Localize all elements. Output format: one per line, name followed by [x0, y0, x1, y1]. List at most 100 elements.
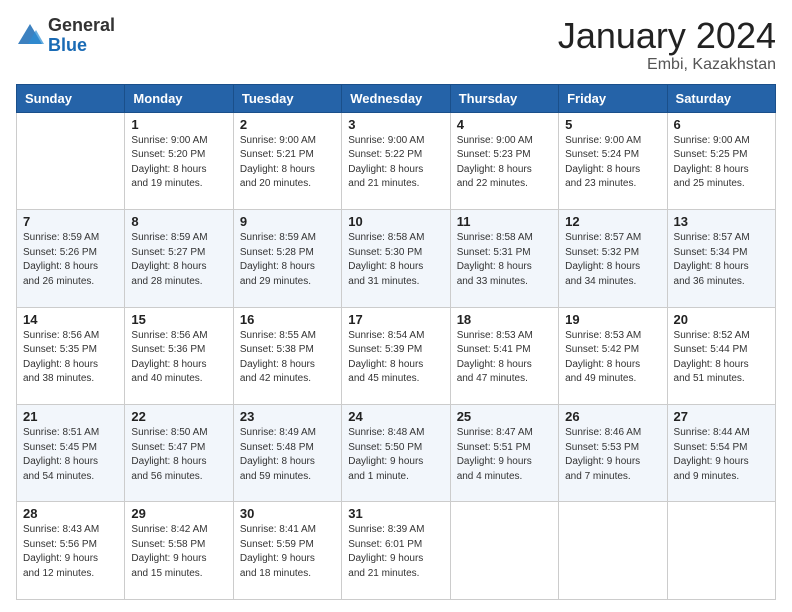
calendar-cell: 24Sunrise: 8:48 AMSunset: 5:50 PMDayligh…: [342, 405, 450, 502]
calendar-cell: 25Sunrise: 8:47 AMSunset: 5:51 PMDayligh…: [450, 405, 558, 502]
calendar-cell: [667, 502, 775, 600]
day-number: 14: [23, 312, 118, 327]
day-info: Sunrise: 8:42 AMSunset: 5:58 PMDaylight:…: [131, 523, 226, 581]
calendar-cell: 17Sunrise: 8:54 AMSunset: 5:39 PMDayligh…: [342, 307, 450, 404]
calendar-header-monday: Monday: [125, 84, 233, 112]
day-info: Sunrise: 8:57 AMSunset: 5:34 PMDaylight:…: [674, 231, 769, 289]
calendar-cell: 29 Sunrise: 8:42 AMSunset: 5:58 PMDayligh…: [125, 502, 233, 600]
day-info: Sunrise: 8:53 AMSunset: 5:41 PMDaylight:…: [457, 329, 552, 387]
day-info: Sunrise: 8:39 AMSunset: 6:01 PMDaylight:…: [348, 523, 443, 581]
calendar-cell: 9 Sunrise: 8:59 AMSunset: 5:28 PMDaylight…: [233, 210, 341, 307]
day-number: 22: [131, 409, 226, 424]
calendar-cell: 1 Sunrise: 9:00 AMSunset: 5:20 PMDaylight…: [125, 112, 233, 209]
calendar-cell: 31 Sunrise: 8:39 AMSunset: 6:01 PMDayligh…: [342, 502, 450, 600]
day-number: 27: [674, 409, 769, 424]
calendar-table: SundayMondayTuesdayWednesdayThursdayFrid…: [16, 84, 776, 600]
calendar-cell: 4 Sunrise: 9:00 AMSunset: 5:23 PMDaylight…: [450, 112, 558, 209]
calendar-cell: 2Sunrise: 9:00 AMSunset: 5:21 PMDaylight…: [233, 112, 341, 209]
day-info: Sunrise: 9:00 AMSunset: 5:24 PMDaylight:…: [565, 134, 660, 192]
calendar-cell: 27 Sunrise: 8:44 AMSunset: 5:54 PMDayligh…: [667, 405, 775, 502]
header: General Blue January 2024 Embi, Kazakhst…: [16, 16, 776, 74]
calendar-cell: 12 Sunrise: 8:57 AMSunset: 5:32 PMDayligh…: [559, 210, 667, 307]
calendar-week-row: 14 Sunrise: 8:56 AMSunset: 5:35 PMDayligh…: [17, 307, 776, 404]
calendar-week-row: 28Sunrise: 8:43 AMSunset: 5:56 PMDayligh…: [17, 502, 776, 600]
calendar-header-friday: Friday: [559, 84, 667, 112]
day-info: Sunrise: 8:56 AMSunset: 5:36 PMDaylight:…: [131, 329, 226, 387]
calendar-cell: 21 Sunrise: 8:51 AMSunset: 5:45 PMDayligh…: [17, 405, 125, 502]
logo-blue-label: Blue: [48, 36, 115, 56]
day-number: 31: [348, 506, 443, 521]
calendar-cell: 18Sunrise: 8:53 AMSunset: 5:41 PMDayligh…: [450, 307, 558, 404]
day-number: 9: [240, 214, 335, 229]
day-info: Sunrise: 8:57 AMSunset: 5:32 PMDaylight:…: [565, 231, 660, 289]
day-number: 25: [457, 409, 552, 424]
day-info: Sunrise: 8:41 AMSunset: 5:59 PMDaylight:…: [240, 523, 335, 581]
title-block: January 2024 Embi, Kazakhstan: [558, 16, 776, 74]
day-number: 6: [674, 117, 769, 132]
calendar-cell: 8 Sunrise: 8:59 AMSunset: 5:27 PMDaylight…: [125, 210, 233, 307]
day-info: Sunrise: 8:59 AMSunset: 5:26 PMDaylight:…: [23, 231, 118, 289]
calendar-week-row: 1 Sunrise: 9:00 AMSunset: 5:20 PMDaylight…: [17, 112, 776, 209]
day-number: 29: [131, 506, 226, 521]
day-info: Sunrise: 8:48 AMSunset: 5:50 PMDaylight:…: [348, 426, 443, 484]
day-number: 7: [23, 214, 118, 229]
calendar-cell: [559, 502, 667, 600]
day-info: Sunrise: 8:51 AMSunset: 5:45 PMDaylight:…: [23, 426, 118, 484]
day-info: Sunrise: 8:53 AMSunset: 5:42 PMDaylight:…: [565, 329, 660, 387]
day-info: Sunrise: 8:50 AMSunset: 5:47 PMDaylight:…: [131, 426, 226, 484]
day-info: Sunrise: 9:00 AMSunset: 5:23 PMDaylight:…: [457, 134, 552, 192]
calendar-header-saturday: Saturday: [667, 84, 775, 112]
day-number: 5: [565, 117, 660, 132]
day-number: 21: [23, 409, 118, 424]
day-number: 1: [131, 117, 226, 132]
calendar-cell: 5 Sunrise: 9:00 AMSunset: 5:24 PMDaylight…: [559, 112, 667, 209]
day-number: 10: [348, 214, 443, 229]
day-number: 19: [565, 312, 660, 327]
day-info: Sunrise: 8:56 AMSunset: 5:35 PMDaylight:…: [23, 329, 118, 387]
calendar-header-thursday: Thursday: [450, 84, 558, 112]
day-info: Sunrise: 9:00 AMSunset: 5:21 PMDaylight:…: [240, 134, 335, 192]
calendar-cell: 30 Sunrise: 8:41 AMSunset: 5:59 PMDayligh…: [233, 502, 341, 600]
day-number: 4: [457, 117, 552, 132]
day-number: 20: [674, 312, 769, 327]
calendar-cell: 15 Sunrise: 8:56 AMSunset: 5:36 PMDayligh…: [125, 307, 233, 404]
day-info: Sunrise: 8:59 AMSunset: 5:28 PMDaylight:…: [240, 231, 335, 289]
calendar-cell: [450, 502, 558, 600]
day-info: Sunrise: 8:58 AMSunset: 5:31 PMDaylight:…: [457, 231, 552, 289]
calendar-cell: 16Sunrise: 8:55 AMSunset: 5:38 PMDayligh…: [233, 307, 341, 404]
title-month: January 2024: [558, 16, 776, 56]
calendar-cell: 13 Sunrise: 8:57 AMSunset: 5:34 PMDayligh…: [667, 210, 775, 307]
day-number: 30: [240, 506, 335, 521]
calendar-cell: 20Sunrise: 8:52 AMSunset: 5:44 PMDayligh…: [667, 307, 775, 404]
calendar-cell: 11Sunrise: 8:58 AMSunset: 5:31 PMDayligh…: [450, 210, 558, 307]
calendar-cell: 23 Sunrise: 8:49 AMSunset: 5:48 PMDayligh…: [233, 405, 341, 502]
day-number: 12: [565, 214, 660, 229]
calendar-week-row: 7 Sunrise: 8:59 AMSunset: 5:26 PMDaylight…: [17, 210, 776, 307]
calendar-week-row: 21 Sunrise: 8:51 AMSunset: 5:45 PMDayligh…: [17, 405, 776, 502]
day-info: Sunrise: 8:43 AMSunset: 5:56 PMDaylight:…: [23, 523, 118, 581]
day-number: 23: [240, 409, 335, 424]
day-info: Sunrise: 9:00 AMSunset: 5:25 PMDaylight:…: [674, 134, 769, 192]
calendar-cell: 22 Sunrise: 8:50 AMSunset: 5:47 PMDayligh…: [125, 405, 233, 502]
day-number: 15: [131, 312, 226, 327]
day-info: Sunrise: 8:59 AMSunset: 5:27 PMDaylight:…: [131, 231, 226, 289]
calendar-cell: 7 Sunrise: 8:59 AMSunset: 5:26 PMDaylight…: [17, 210, 125, 307]
day-info: Sunrise: 8:49 AMSunset: 5:48 PMDaylight:…: [240, 426, 335, 484]
day-info: Sunrise: 9:00 AMSunset: 5:20 PMDaylight:…: [131, 134, 226, 192]
calendar-cell: 26Sunrise: 8:46 AMSunset: 5:53 PMDayligh…: [559, 405, 667, 502]
day-number: 8: [131, 214, 226, 229]
day-number: 13: [674, 214, 769, 229]
calendar-cell: 10Sunrise: 8:58 AMSunset: 5:30 PMDayligh…: [342, 210, 450, 307]
title-location: Embi, Kazakhstan: [558, 56, 776, 74]
calendar-cell: 28Sunrise: 8:43 AMSunset: 5:56 PMDayligh…: [17, 502, 125, 600]
calendar-cell: 6 Sunrise: 9:00 AMSunset: 5:25 PMDaylight…: [667, 112, 775, 209]
calendar-cell: 3Sunrise: 9:00 AMSunset: 5:22 PMDaylight…: [342, 112, 450, 209]
calendar-cell: 19 Sunrise: 8:53 AMSunset: 5:42 PMDayligh…: [559, 307, 667, 404]
day-info: Sunrise: 9:00 AMSunset: 5:22 PMDaylight:…: [348, 134, 443, 192]
calendar-header-tuesday: Tuesday: [233, 84, 341, 112]
day-number: 26: [565, 409, 660, 424]
day-info: Sunrise: 8:44 AMSunset: 5:54 PMDaylight:…: [674, 426, 769, 484]
logo: General Blue: [16, 16, 115, 56]
calendar-header-wednesday: Wednesday: [342, 84, 450, 112]
logo-text: General Blue: [48, 16, 115, 56]
